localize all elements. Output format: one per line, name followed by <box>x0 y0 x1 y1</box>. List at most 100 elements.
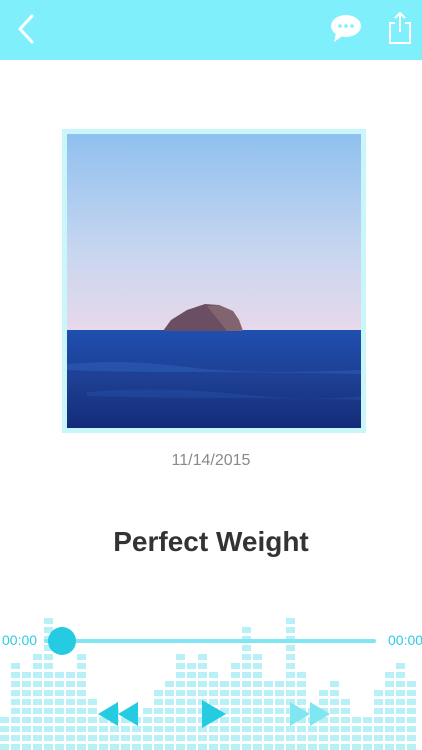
equalizer-segment <box>231 708 240 714</box>
equalizer-segment <box>66 726 75 732</box>
equalizer-segment <box>11 699 20 705</box>
progress-track[interactable] <box>44 639 376 643</box>
equalizer-segment <box>253 681 262 687</box>
equalizer-segment <box>396 699 405 705</box>
equalizer-segment <box>165 690 174 696</box>
equalizer-segment <box>176 663 185 669</box>
equalizer-segment <box>66 717 75 723</box>
equalizer-segment <box>242 627 251 633</box>
equalizer-segment <box>66 681 75 687</box>
equalizer-segment <box>33 663 42 669</box>
equalizer-segment <box>286 744 295 750</box>
equalizer-segment <box>143 708 152 714</box>
play-button[interactable] <box>200 698 228 730</box>
equalizer-segment <box>33 699 42 705</box>
share-button[interactable] <box>386 10 414 46</box>
equalizer-segment <box>22 726 31 732</box>
equalizer-segment <box>154 717 163 723</box>
equalizer-segment <box>407 690 416 696</box>
equalizer-segment <box>143 726 152 732</box>
equalizer-segment <box>363 744 372 750</box>
equalizer-segment <box>0 744 9 750</box>
equalizer-segment <box>374 735 383 741</box>
equalizer-segment <box>297 744 306 750</box>
equalizer-segment <box>396 717 405 723</box>
back-button[interactable] <box>12 12 42 46</box>
equalizer-segment <box>275 699 284 705</box>
equalizer-segment <box>165 708 174 714</box>
equalizer-segment <box>165 726 174 732</box>
equalizer-segment <box>264 744 273 750</box>
equalizer-segment <box>176 744 185 750</box>
equalizer-segment <box>253 690 262 696</box>
equalizer-segment <box>44 654 53 660</box>
equalizer-segment <box>44 618 53 624</box>
equalizer-segment <box>242 663 251 669</box>
equalizer-segment <box>242 699 251 705</box>
equalizer-segment <box>176 735 185 741</box>
equalizer-segment <box>55 726 64 732</box>
comments-button[interactable] <box>328 12 364 44</box>
equalizer-segment <box>264 690 273 696</box>
equalizer-segment <box>286 618 295 624</box>
equalizer-segment <box>121 744 130 750</box>
equalizer-segment <box>220 735 229 741</box>
equalizer-segment <box>231 681 240 687</box>
equalizer-segment <box>264 681 273 687</box>
equalizer-segment <box>275 726 284 732</box>
album-artwork-frame <box>62 129 366 433</box>
equalizer-segment <box>363 726 372 732</box>
equalizer-segment <box>77 663 86 669</box>
equalizer-segment <box>132 735 141 741</box>
equalizer-segment <box>22 690 31 696</box>
equalizer-segment <box>77 726 86 732</box>
equalizer-segment <box>66 672 75 678</box>
equalizer-segment <box>77 735 86 741</box>
equalizer-segment <box>275 690 284 696</box>
equalizer-segment <box>209 735 218 741</box>
equalizer-segment <box>88 735 97 741</box>
equalizer-segment <box>0 717 9 723</box>
equalizer-segment <box>165 744 174 750</box>
equalizer-segment <box>187 735 196 741</box>
equalizer-segment <box>374 708 383 714</box>
equalizer-segment <box>253 744 262 750</box>
equalizer-segment <box>33 735 42 741</box>
equalizer-segment <box>275 717 284 723</box>
equalizer-segment <box>22 744 31 750</box>
equalizer-segment <box>198 744 207 750</box>
equalizer-segment <box>22 672 31 678</box>
rewind-button[interactable] <box>96 700 140 728</box>
equalizer-segment <box>44 717 53 723</box>
equalizer-segment <box>264 735 273 741</box>
equalizer-segment <box>99 735 108 741</box>
progress-thumb[interactable] <box>48 627 76 655</box>
equalizer-segment <box>363 735 372 741</box>
equalizer-segment <box>385 744 394 750</box>
fast-forward-button[interactable] <box>288 700 332 728</box>
equalizer-segment <box>242 726 251 732</box>
equalizer-segment <box>0 726 9 732</box>
equalizer-segment <box>33 681 42 687</box>
equalizer-segment <box>33 744 42 750</box>
equalizer-segment <box>242 735 251 741</box>
equalizer-segment <box>341 735 350 741</box>
equalizer-segment <box>22 717 31 723</box>
equalizer-segment <box>44 672 53 678</box>
equalizer-segment <box>165 699 174 705</box>
equalizer-segment <box>187 744 196 750</box>
equalizer-segment <box>198 681 207 687</box>
equalizer-segment <box>341 699 350 705</box>
equalizer-segment <box>165 681 174 687</box>
equalizer-segment <box>396 663 405 669</box>
equalizer-segment <box>286 627 295 633</box>
equalizer-segment <box>121 735 130 741</box>
equalizer-segment <box>319 690 328 696</box>
equalizer-segment <box>407 699 416 705</box>
equalizer-segment <box>352 735 361 741</box>
equalizer-segment <box>198 654 207 660</box>
equalizer-segment <box>297 690 306 696</box>
equalizer-segment <box>11 663 20 669</box>
equalizer-segment <box>319 744 328 750</box>
equalizer-segment <box>385 690 394 696</box>
